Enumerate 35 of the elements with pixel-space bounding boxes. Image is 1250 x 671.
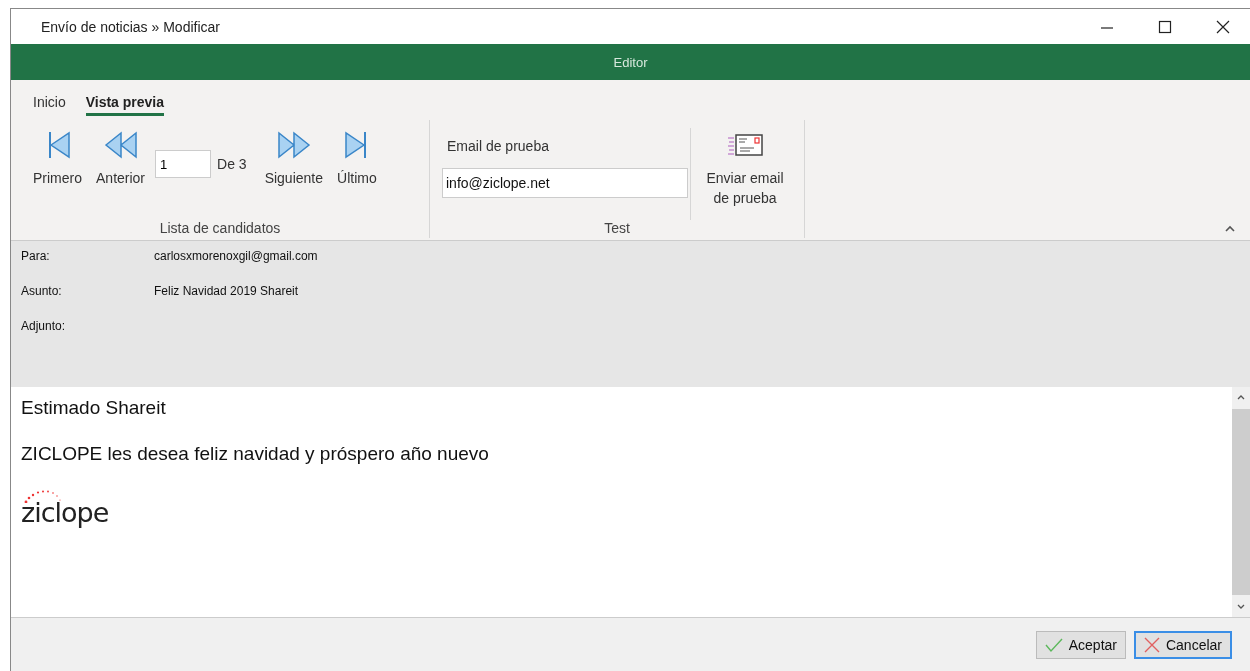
header-value: Feliz Navidad 2019 Shareit (154, 284, 299, 298)
ribbon-tab[interactable]: Vista previa (85, 92, 165, 116)
close-icon[interactable] (1216, 19, 1230, 34)
nav-button[interactable]: Siguiente (260, 128, 327, 188)
accept-button[interactable]: Aceptar (1035, 631, 1126, 659)
header-label: Adjunto: (21, 319, 67, 333)
scrollbar[interactable] (1232, 387, 1250, 617)
window-title: Envío de noticias » Modificar (41, 18, 220, 35)
nav-button[interactable]: Último (333, 128, 381, 188)
message-paragraph: ZICLOPE les desea feliz navidad y próspero año nuevo (21, 443, 490, 465)
ribbon-tab[interactable]: Inicio (33, 92, 66, 116)
fast-forward-icon (276, 130, 311, 160)
field-label: Email de prueba (446, 138, 550, 154)
maximize-icon[interactable] (1158, 19, 1172, 34)
send-test-email-button[interactable]: Enviar email de prueba (697, 128, 793, 210)
page-total: De 3 (217, 155, 247, 172)
nav-button[interactable]: Primero (29, 128, 86, 188)
header-label: Asunto: (21, 284, 63, 298)
header-value: carlosxmorenoxgil@gmail.com (154, 249, 318, 263)
scroll-up-icon[interactable] (1236, 393, 1246, 401)
cancel-button[interactable]: Cancelar (1133, 631, 1232, 659)
editor-title: Editor (613, 54, 648, 70)
header-label: Para: (21, 249, 51, 263)
email-field[interactable]: info@ziclope.net (442, 168, 688, 198)
collapse-icon[interactable] (1224, 224, 1236, 234)
rewind-icon (103, 130, 138, 160)
close-icon (1143, 637, 1160, 653)
company-logo: ziclope (21, 489, 109, 528)
page-field[interactable]: 1 (155, 150, 212, 178)
group-label: Lista de candidatos (158, 220, 282, 238)
nav-button[interactable]: Anterior (92, 128, 150, 188)
scroll-down-icon[interactable] (1236, 603, 1246, 611)
check-icon (1044, 637, 1063, 653)
group-label: Test (603, 220, 631, 238)
message-paragraph: Estimado Shareit (21, 397, 167, 419)
